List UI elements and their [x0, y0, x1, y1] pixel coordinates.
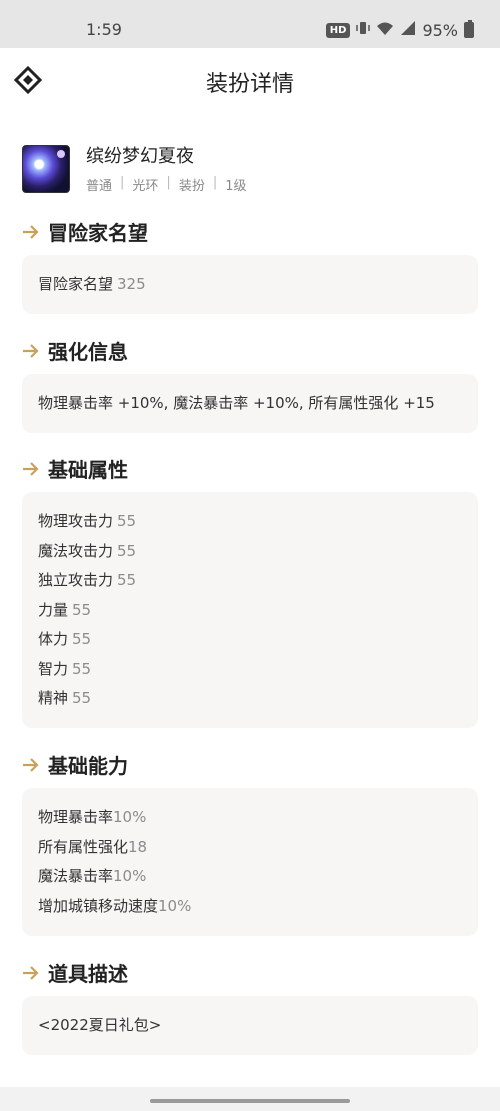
- tag-divider: |: [212, 175, 218, 190]
- section-title-base-attr: 基础属性: [22, 454, 128, 483]
- section-title-enhance: 强化信息: [22, 336, 128, 365]
- row-value: 55: [72, 689, 92, 707]
- arrow-right-icon: [23, 343, 39, 358]
- section-title-text: 强化信息: [48, 340, 128, 364]
- list-item: 物理暴击率10%: [38, 803, 462, 833]
- row-value: 55: [72, 659, 92, 678]
- card-base-attr: 物理攻击力 55 魔法攻击力 55 独立攻击力 55 力量 55 体力 55 智力 55 精…: [22, 492, 478, 728]
- item-info: 缤纷梦幻夏夜 普通 | 光环 | 装扮 | 1级: [86, 145, 247, 194]
- item-tag: 普通: [86, 179, 113, 194]
- row-label: 增加城镇移动速度: [38, 896, 159, 915]
- row-label: 独立攻击力: [38, 571, 114, 589]
- row-value: 55: [72, 600, 92, 619]
- section-title-text: 冒险家名望: [48, 221, 148, 245]
- item-tag: 1级: [225, 179, 247, 194]
- wifi-icon: [376, 21, 394, 40]
- list-item: 冒险家名望 325: [38, 270, 462, 300]
- row-value: 55: [117, 512, 137, 530]
- item-tag: 光环: [132, 179, 159, 194]
- bottom-bar: [0, 1087, 500, 1111]
- list-item: 智力 55: [38, 655, 462, 685]
- desc-text: <2022夏日礼包>: [38, 1016, 162, 1034]
- list-item: 物理攻击力 55: [38, 507, 462, 537]
- row-value: 10%: [113, 867, 147, 885]
- home-indicator[interactable]: [150, 1099, 350, 1103]
- tag-divider: |: [166, 175, 171, 190]
- arrow-right-icon: [23, 965, 39, 980]
- list-item: 精神 55: [38, 684, 462, 714]
- row-value: 55: [72, 630, 92, 648]
- row-label: 智力: [38, 659, 69, 678]
- list-item: 增加城镇移动速度10%: [38, 892, 462, 922]
- section-title-desc: 道具描述: [22, 958, 128, 987]
- tag-divider: |: [120, 175, 125, 190]
- arrow-right-icon: [23, 461, 39, 476]
- section-title-text: 基础能力: [48, 754, 128, 778]
- item-name: 缤纷梦幻夏夜: [86, 146, 194, 167]
- row-label: 精神: [38, 689, 69, 707]
- section-title-text: 基础属性: [48, 458, 128, 482]
- status-bar: 1:59 HD 95%: [0, 0, 500, 48]
- row-value: 10%: [113, 808, 147, 826]
- row-label: 物理暴击率: [38, 808, 114, 826]
- status-time: 1:59: [86, 20, 122, 39]
- arrow-right-icon: [23, 224, 39, 239]
- list-item: 体力 55: [38, 625, 462, 655]
- battery-percent: 95%: [422, 20, 458, 40]
- row-label: 力量: [38, 600, 69, 619]
- row-value: 55: [117, 571, 137, 589]
- list-item: 所有属性强化18: [38, 833, 462, 863]
- arrow-right-icon: [23, 757, 39, 772]
- section-title-fame: 冒险家名望: [22, 217, 148, 246]
- page-title: 装扮详情: [205, 72, 294, 97]
- card-fame: 冒险家名望 325: [22, 255, 478, 314]
- card-enhance: 物理暴击率 +10%, 魔法暴击率 +10%, 所有属性强化 +15: [22, 374, 478, 433]
- vibrate-icon: [356, 20, 371, 40]
- list-item: 独立攻击力 55: [38, 566, 462, 596]
- card-desc: <2022夏日礼包>: [22, 996, 478, 1055]
- row-label: 体力: [38, 630, 69, 648]
- card-base-ability: 物理暴击率10% 所有属性强化18 魔法暴击率10% 增加城镇移动速度10%: [22, 788, 478, 936]
- section-title-text: 道具描述: [48, 962, 128, 986]
- row-value: 325: [117, 275, 146, 293]
- section-title-base-ability: 基础能力: [22, 750, 128, 779]
- item-header: 缤纷梦幻夏夜 普通 | 光环 | 装扮 | 1级: [22, 145, 247, 194]
- list-item: 力量 55: [38, 596, 462, 626]
- item-thumbnail: [22, 145, 70, 193]
- row-value: 10%: [158, 896, 192, 915]
- row-value: 18: [128, 837, 148, 856]
- list-item: 魔法暴击率10%: [38, 862, 462, 892]
- hd-badge: HD: [325, 22, 351, 38]
- battery-icon: [464, 20, 474, 38]
- row-label: 魔法攻击力: [38, 541, 114, 560]
- row-label: 魔法暴击率: [38, 867, 114, 885]
- signal-icon: [400, 20, 416, 40]
- row-label: 所有属性强化: [38, 837, 129, 856]
- list-item: 魔法攻击力 55: [38, 537, 462, 567]
- item-tags: 普通 | 光环 | 装扮 | 1级: [86, 175, 247, 194]
- enhance-text: 物理暴击率 +10%, 魔法暴击率 +10%, 所有属性强化 +15: [38, 394, 435, 412]
- status-icons: HD 95%: [325, 20, 474, 40]
- item-tag: 装扮: [178, 179, 205, 194]
- row-label: 物理攻击力: [38, 512, 114, 530]
- app-header: 装扮详情: [0, 48, 500, 112]
- row-value: 55: [117, 541, 137, 560]
- row-label: 冒险家名望: [38, 275, 114, 293]
